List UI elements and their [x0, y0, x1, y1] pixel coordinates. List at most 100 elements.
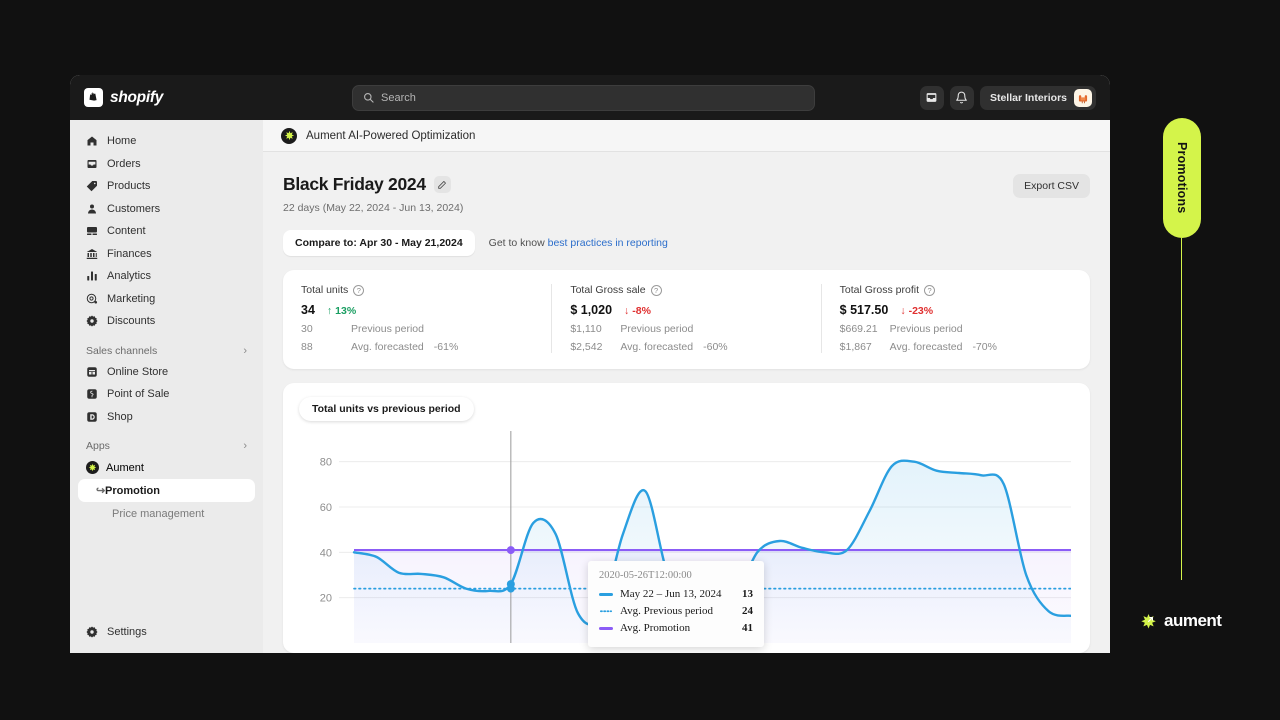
- discounts-gear-icon: [86, 315, 98, 327]
- kpi-label-text: Total Gross profit: [839, 284, 920, 296]
- sidebar-item-orders[interactable]: Orders: [78, 153, 255, 176]
- sidebar-item-label: Home: [107, 135, 137, 148]
- chart-series-chip[interactable]: Total units vs previous period: [299, 397, 474, 421]
- delta-value: -8%: [632, 305, 651, 317]
- sidebar-item-settings[interactable]: Settings: [78, 621, 255, 644]
- best-practices-link[interactable]: best practices in reporting: [548, 237, 668, 249]
- content-media-icon: [87, 227, 97, 236]
- app-window: shopify Search Stellar Interiors Home Or…: [70, 75, 1110, 653]
- kpi-forecast-row: 88 Avg. forecasted -61%: [301, 341, 533, 353]
- sidebar-item-price-management[interactable]: Price management: [78, 502, 255, 525]
- kpi-previous-row: $669.21 Previous period: [840, 323, 1072, 335]
- app-body: Home Orders Products Customers Content F…: [70, 120, 1110, 653]
- sidebar-item-marketing[interactable]: Marketing: [78, 288, 255, 311]
- kpi-label-text: Total units: [301, 284, 349, 296]
- kpi-label-text: Total Gross sale: [570, 284, 646, 296]
- sidebar-item-finances[interactable]: Finances: [78, 243, 255, 266]
- main-area: Aument AI-Powered Optimization Black Fri…: [263, 120, 1110, 653]
- pencil-icon[interactable]: [433, 176, 451, 193]
- search-input[interactable]: Search: [352, 84, 815, 111]
- sidebar-section-sales-channels[interactable]: Sales channels ›: [78, 333, 255, 361]
- avatar: [1074, 88, 1092, 107]
- kpi-value: 34: [301, 303, 315, 317]
- sidebar-item-label: Customers: [107, 202, 161, 215]
- online-store-icon: [87, 367, 97, 377]
- sidebar-item-label: Content: [107, 225, 146, 238]
- notification-bell-icon[interactable]: [949, 85, 974, 110]
- search-placeholder: Search: [381, 91, 416, 104]
- chevron-right-icon[interactable]: ›: [243, 440, 247, 452]
- page-header-left: Black Friday 2024 22 days (May 22, 2024 …: [283, 174, 463, 214]
- reporting-hint: Get to know best practices in reporting: [489, 237, 668, 249]
- settings-gear-icon: [86, 626, 98, 638]
- kpi-forecast-label: Avg. forecasted: [620, 341, 694, 353]
- question-mark-icon[interactable]: ?: [353, 284, 365, 296]
- sidebar-item-analytics[interactable]: Analytics: [78, 265, 255, 288]
- kpi-previous-row: 30 Previous period: [301, 323, 533, 335]
- sidebar-item-discounts[interactable]: Discounts: [78, 310, 255, 333]
- sidebar-item-point-of-sale[interactable]: Point of Sale: [78, 383, 255, 406]
- kpi-previous-value: $1,110: [570, 323, 602, 335]
- hint-prefix: Get to know: [488, 237, 548, 249]
- sidebar-item-label: Finances: [107, 247, 152, 260]
- question-mark-icon[interactable]: ?: [924, 284, 936, 296]
- question-mark-icon[interactable]: ?: [650, 284, 662, 296]
- kpi-forecast-label: Avg. forecasted: [889, 341, 963, 353]
- sidebar-item-content[interactable]: Content: [78, 220, 255, 243]
- kpi-label: Total Gross profit ?: [840, 284, 1072, 296]
- sidebar-item-label: Aument: [106, 461, 144, 474]
- delta-arrow-icon: ↓: [624, 305, 630, 317]
- tooltip-series-value: 13: [742, 588, 753, 600]
- sidebar-item-label: Point of Sale: [107, 388, 170, 401]
- kpi-delta: ↑ 13%: [327, 305, 356, 317]
- sidebar-item-label: Analytics: [107, 270, 152, 283]
- sidebar-item-label: Online Store: [107, 365, 169, 378]
- screenshot-root: shopify Search Stellar Interiors Home Or…: [0, 0, 1280, 720]
- delta-value: 13%: [335, 305, 357, 317]
- tooltip-series-name: Avg. Promotion: [620, 622, 691, 634]
- chart-y-axis-labels: 20 40 60 80: [320, 457, 332, 605]
- chevron-right-icon[interactable]: ›: [243, 345, 247, 357]
- sidebar-item-aument[interactable]: Aument: [78, 456, 255, 479]
- sidebar-item-customers[interactable]: Customers: [78, 198, 255, 221]
- kpi-previous-row: $1,110 Previous period: [570, 323, 802, 335]
- aument-logo-icon: [281, 127, 297, 144]
- user-menu[interactable]: Stellar Interiors: [979, 85, 1096, 110]
- kpi-main: $ 1,020 ↓ -8%: [570, 303, 802, 317]
- tooltip-series-name: May 22 – Jun 13, 2024: [620, 588, 722, 600]
- sidebar-item-home[interactable]: Home: [78, 130, 255, 153]
- delta-arrow-icon: ↓: [900, 305, 906, 317]
- chart-card: Total units vs previous period 20 40 60 …: [283, 383, 1090, 653]
- svg-text:80: 80: [320, 457, 332, 469]
- section-label: Apps: [86, 440, 110, 452]
- page-header: Black Friday 2024 22 days (May 22, 2024 …: [283, 174, 1090, 214]
- sidebar-item-products[interactable]: Products: [78, 175, 255, 198]
- store-name: Stellar Interiors: [989, 91, 1067, 104]
- shopify-bag-icon: [84, 88, 103, 107]
- kpi-forecast-label: Avg. forecasted: [351, 341, 424, 353]
- aument-wordmark: aument: [1164, 611, 1222, 630]
- sidebar-section-apps[interactable]: Apps ›: [78, 428, 255, 456]
- shopify-brand[interactable]: shopify: [84, 88, 314, 107]
- chart-tooltip: 2020-05-26T12:00:00 May 22 – Jun 13, 202…: [588, 561, 764, 647]
- tooltip-row: Avg. Promotion 41: [599, 620, 753, 637]
- legend-swatch-dotted-blue: [599, 610, 613, 613]
- sidebar-item-shop[interactable]: Shop: [78, 406, 255, 429]
- tooltip-series-value: 24: [742, 605, 753, 617]
- page-date-range: 22 days (May 22, 2024 - Jun 13, 2024): [283, 202, 464, 214]
- promotions-tab-label: Promotions: [1175, 142, 1189, 214]
- kpi-previous-value: 30: [301, 323, 313, 335]
- promotions-tab[interactable]: Promotions: [1163, 118, 1201, 238]
- shop-icon: [87, 412, 97, 422]
- export-csv-button[interactable]: Export CSV: [1013, 174, 1090, 198]
- inbox-icon[interactable]: [919, 85, 944, 110]
- sidebar-item-label: Price management: [112, 507, 205, 520]
- sidebar-item-promotion[interactable]: ↪ Promotion: [78, 479, 255, 502]
- compare-period-selector[interactable]: Compare to: Apr 30 - May 21,2024: [283, 230, 475, 256]
- sidebar-item-online-store[interactable]: Online Store: [78, 361, 255, 384]
- sidebar-item-label: Marketing: [107, 292, 156, 305]
- orders-inbox-icon: [87, 159, 97, 168]
- kpi-card: Total units ? 34 ↑ 13% 30 Previous perio…: [283, 270, 1090, 369]
- chart-plot[interactable]: 20 40 60 80 2020-05-26T12:00:00 May 22 –…: [299, 431, 1074, 647]
